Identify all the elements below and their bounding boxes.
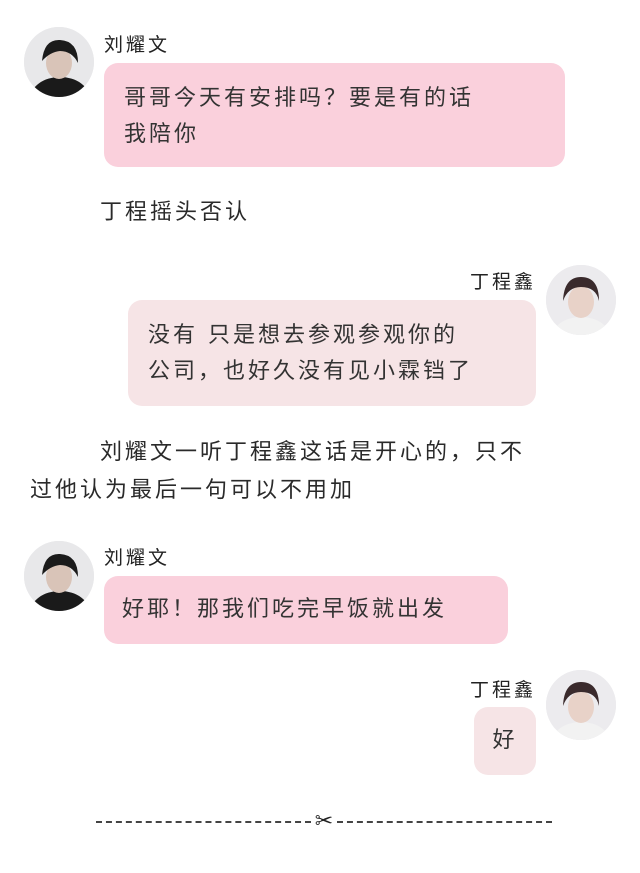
bubble-line: 好: [492, 728, 518, 753]
chat-bubble: 好耶！那我们吃完早饭就出发: [104, 576, 508, 644]
sender-name: 刘耀文: [104, 547, 171, 569]
chat-bubble: 哥哥今天有安排吗？要是有的话 我陪你: [104, 63, 565, 167]
dashed-line: [337, 821, 552, 823]
bubble-line: 没有 只是想去参观参观你的: [148, 323, 458, 348]
avatar-ding-chengxin: [546, 265, 616, 335]
sender-name: 丁程鑫: [470, 271, 537, 293]
chat-bubble: 好: [474, 707, 536, 775]
avatar-liu-yaowen: [24, 541, 94, 611]
avatar-liu-yaowen: [24, 27, 94, 97]
section-divider: ✂: [96, 809, 552, 834]
narration-line: 过他认为最后一句可以不用加: [30, 478, 356, 503]
narration-line: 丁程摇头否认: [100, 200, 251, 225]
dashed-line: [96, 821, 311, 823]
bubble-line: 公司，也好久没有见小霖铛了: [148, 359, 474, 384]
chat-bubble: 没有 只是想去参观参观你的 公司，也好久没有见小霖铛了: [128, 300, 536, 406]
sender-name: 刘耀文: [104, 34, 171, 56]
narration-text: 丁程摇头否认: [100, 194, 250, 232]
bubble-line: 好耶！那我们吃完早饭就出发: [122, 597, 448, 622]
narration-text: 刘耀文一听丁程鑫这话是开心的，只不 过他认为最后一句可以不用加: [30, 434, 590, 510]
scissors-icon: ✂: [314, 809, 334, 834]
avatar-ding-chengxin: [546, 670, 616, 740]
bubble-line: 我陪你: [124, 122, 200, 147]
sender-name: 丁程鑫: [470, 679, 537, 701]
narration-line: 刘耀文一听丁程鑫这话是开心的，只不: [100, 440, 526, 465]
bubble-line: 哥哥今天有安排吗？要是有的话: [124, 86, 475, 111]
